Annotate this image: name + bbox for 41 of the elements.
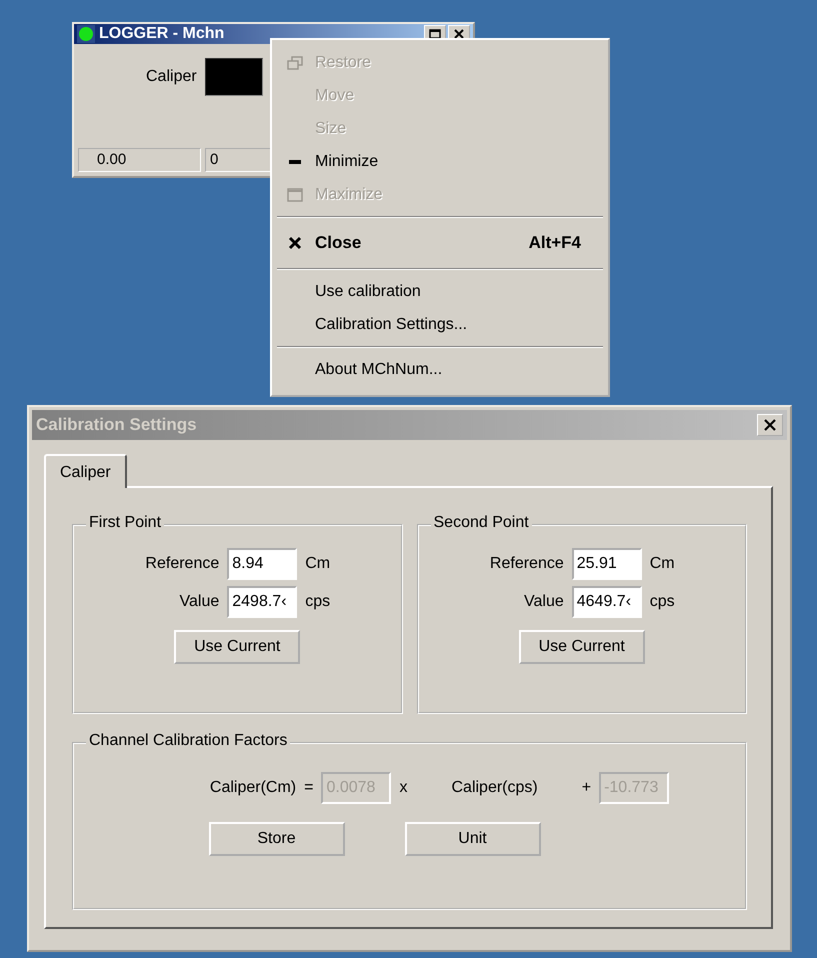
field-label: Reference	[488, 555, 564, 573]
value-display	[204, 58, 263, 96]
field-label: Value	[523, 593, 564, 611]
close-icon	[764, 419, 776, 431]
field-label: Value	[178, 593, 220, 611]
unit-label: Cm	[650, 555, 676, 573]
window-title: LOGGER - Mchn	[99, 25, 224, 43]
menu-item[interactable]: Use calibration	[275, 275, 605, 308]
use-current-button[interactable]: Use Current	[174, 630, 300, 664]
close-icon	[288, 236, 302, 250]
close-button[interactable]	[757, 414, 783, 436]
field-label: Reference	[144, 555, 220, 573]
menu-item[interactable]: Calibration Settings...	[275, 308, 605, 341]
menu-item[interactable]: About MChNum...	[275, 353, 605, 386]
input-field[interactable]: 25.91	[572, 548, 642, 580]
operator: x	[399, 779, 408, 797]
status-field: 0.00	[78, 148, 201, 172]
minimize-icon	[289, 160, 301, 164]
equation-text: Caliper(Cm)	[210, 779, 296, 797]
operator: +	[582, 779, 592, 797]
ball-icon	[77, 25, 95, 43]
input-field[interactable]: 8.94	[227, 548, 298, 580]
menu-item[interactable]: Minimize	[275, 145, 605, 178]
menu-item[interactable]: Close Alt+F4	[275, 223, 605, 263]
unit-label: cps	[650, 593, 676, 611]
input-field[interactable]: 4649.7‹	[572, 586, 642, 618]
input-field[interactable]: 2498.7‹	[227, 586, 298, 618]
use-current-button[interactable]: Use Current	[518, 630, 645, 664]
equation-text: Caliper(cps)	[451, 779, 538, 797]
tab[interactable]: Caliper	[44, 454, 127, 488]
maximize-icon	[287, 188, 303, 202]
window-title: Calibration Settings	[36, 415, 197, 435]
close-icon	[454, 29, 464, 39]
dialog-button[interactable]: Unit	[404, 822, 540, 856]
operator: =	[304, 779, 314, 797]
unit-label: cps	[305, 593, 332, 611]
caliper-label: Caliper	[146, 68, 197, 86]
maximize-icon	[429, 29, 441, 39]
restore-icon	[287, 56, 303, 70]
dialog-button[interactable]: Store	[208, 822, 344, 856]
unit-label: Cm	[305, 555, 332, 573]
